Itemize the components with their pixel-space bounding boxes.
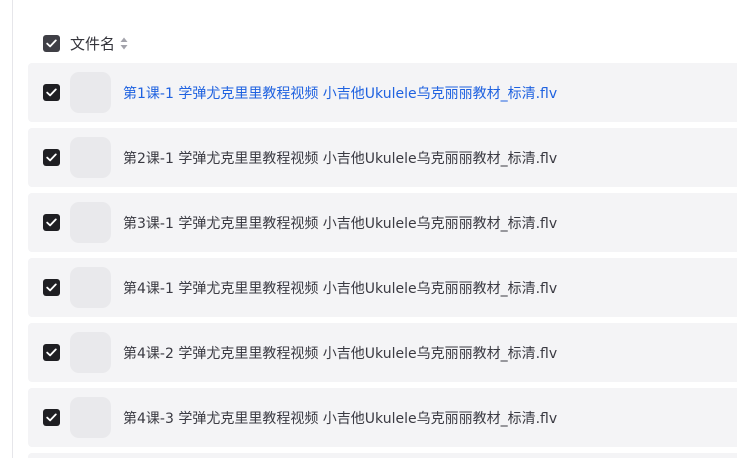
video-thumbnail-icon[interactable] xyxy=(70,397,111,438)
sidebar-divider xyxy=(12,0,13,458)
column-header-filename[interactable]: 文件名 xyxy=(70,33,115,54)
file-row-checkbox[interactable] xyxy=(43,279,60,296)
sort-updown-icon[interactable] xyxy=(120,37,128,50)
file-name-link[interactable]: 第1课-1 学弹尤克里里教程视频 小吉他Ukulele乌克丽丽教材_标清.flv xyxy=(123,83,557,103)
checkmark-icon xyxy=(46,88,57,97)
file-row[interactable]: 第4课-2 学弹尤克里里教程视频 小吉他Ukulele乌克丽丽教材_标清.flv xyxy=(28,323,737,382)
video-thumbnail-icon[interactable] xyxy=(70,332,111,373)
file-list-header: 文件名 xyxy=(43,33,128,53)
select-all-checkbox[interactable] xyxy=(43,34,60,52)
video-thumbnail-icon[interactable] xyxy=(70,72,111,113)
checkmark-icon xyxy=(46,39,57,47)
checkmark-icon xyxy=(46,153,57,162)
checkmark-icon xyxy=(46,218,57,227)
checkmark-icon xyxy=(46,348,57,357)
file-name-link[interactable]: 第4课-1 学弹尤克里里教程视频 小吉他Ukulele乌克丽丽教材_标清.flv xyxy=(123,278,557,298)
file-row[interactable]: 第2课-1 学弹尤克里里教程视频 小吉他Ukulele乌克丽丽教材_标清.flv xyxy=(28,128,737,187)
checkmark-icon xyxy=(46,413,57,422)
file-name-link[interactable]: 第2课-1 学弹尤克里里教程视频 小吉他Ukulele乌克丽丽教材_标清.flv xyxy=(123,148,557,168)
file-row[interactable]: 第1课-1 学弹尤克里里教程视频 小吉他Ukulele乌克丽丽教材_标清.flv xyxy=(28,63,737,122)
file-row[interactable]: 第3课-1 学弹尤克里里教程视频 小吉他Ukulele乌克丽丽教材_标清.flv xyxy=(28,193,737,252)
file-row-checkbox[interactable] xyxy=(43,344,60,361)
file-name-link[interactable]: 第4课-2 学弹尤克里里教程视频 小吉他Ukulele乌克丽丽教材_标清.flv xyxy=(123,343,557,363)
file-name-link[interactable]: 第4课-3 学弹尤克里里教程视频 小吉他Ukulele乌克丽丽教材_标清.flv xyxy=(123,408,557,428)
checkmark-icon xyxy=(46,283,57,292)
file-row-partial[interactable] xyxy=(28,453,737,458)
file-name-link[interactable]: 第3课-1 学弹尤克里里教程视频 小吉他Ukulele乌克丽丽教材_标清.flv xyxy=(123,213,557,233)
file-row-checkbox[interactable] xyxy=(43,84,60,101)
file-row-checkbox[interactable] xyxy=(43,149,60,166)
file-list-page: 文件名 第1课-1 学弹尤克里里教程视频 小吉他Ukulele乌克丽丽教材_标清… xyxy=(0,0,737,458)
file-row-checkbox[interactable] xyxy=(43,409,60,426)
file-row-checkbox[interactable] xyxy=(43,214,60,231)
video-thumbnail-icon[interactable] xyxy=(70,137,111,178)
video-thumbnail-icon[interactable] xyxy=(70,202,111,243)
file-row[interactable]: 第4课-3 学弹尤克里里教程视频 小吉他Ukulele乌克丽丽教材_标清.flv xyxy=(28,388,737,447)
file-list: 第1课-1 学弹尤克里里教程视频 小吉他Ukulele乌克丽丽教材_标清.flv… xyxy=(28,63,737,458)
file-row[interactable]: 第4课-1 学弹尤克里里教程视频 小吉他Ukulele乌克丽丽教材_标清.flv xyxy=(28,258,737,317)
video-thumbnail-icon[interactable] xyxy=(70,267,111,308)
